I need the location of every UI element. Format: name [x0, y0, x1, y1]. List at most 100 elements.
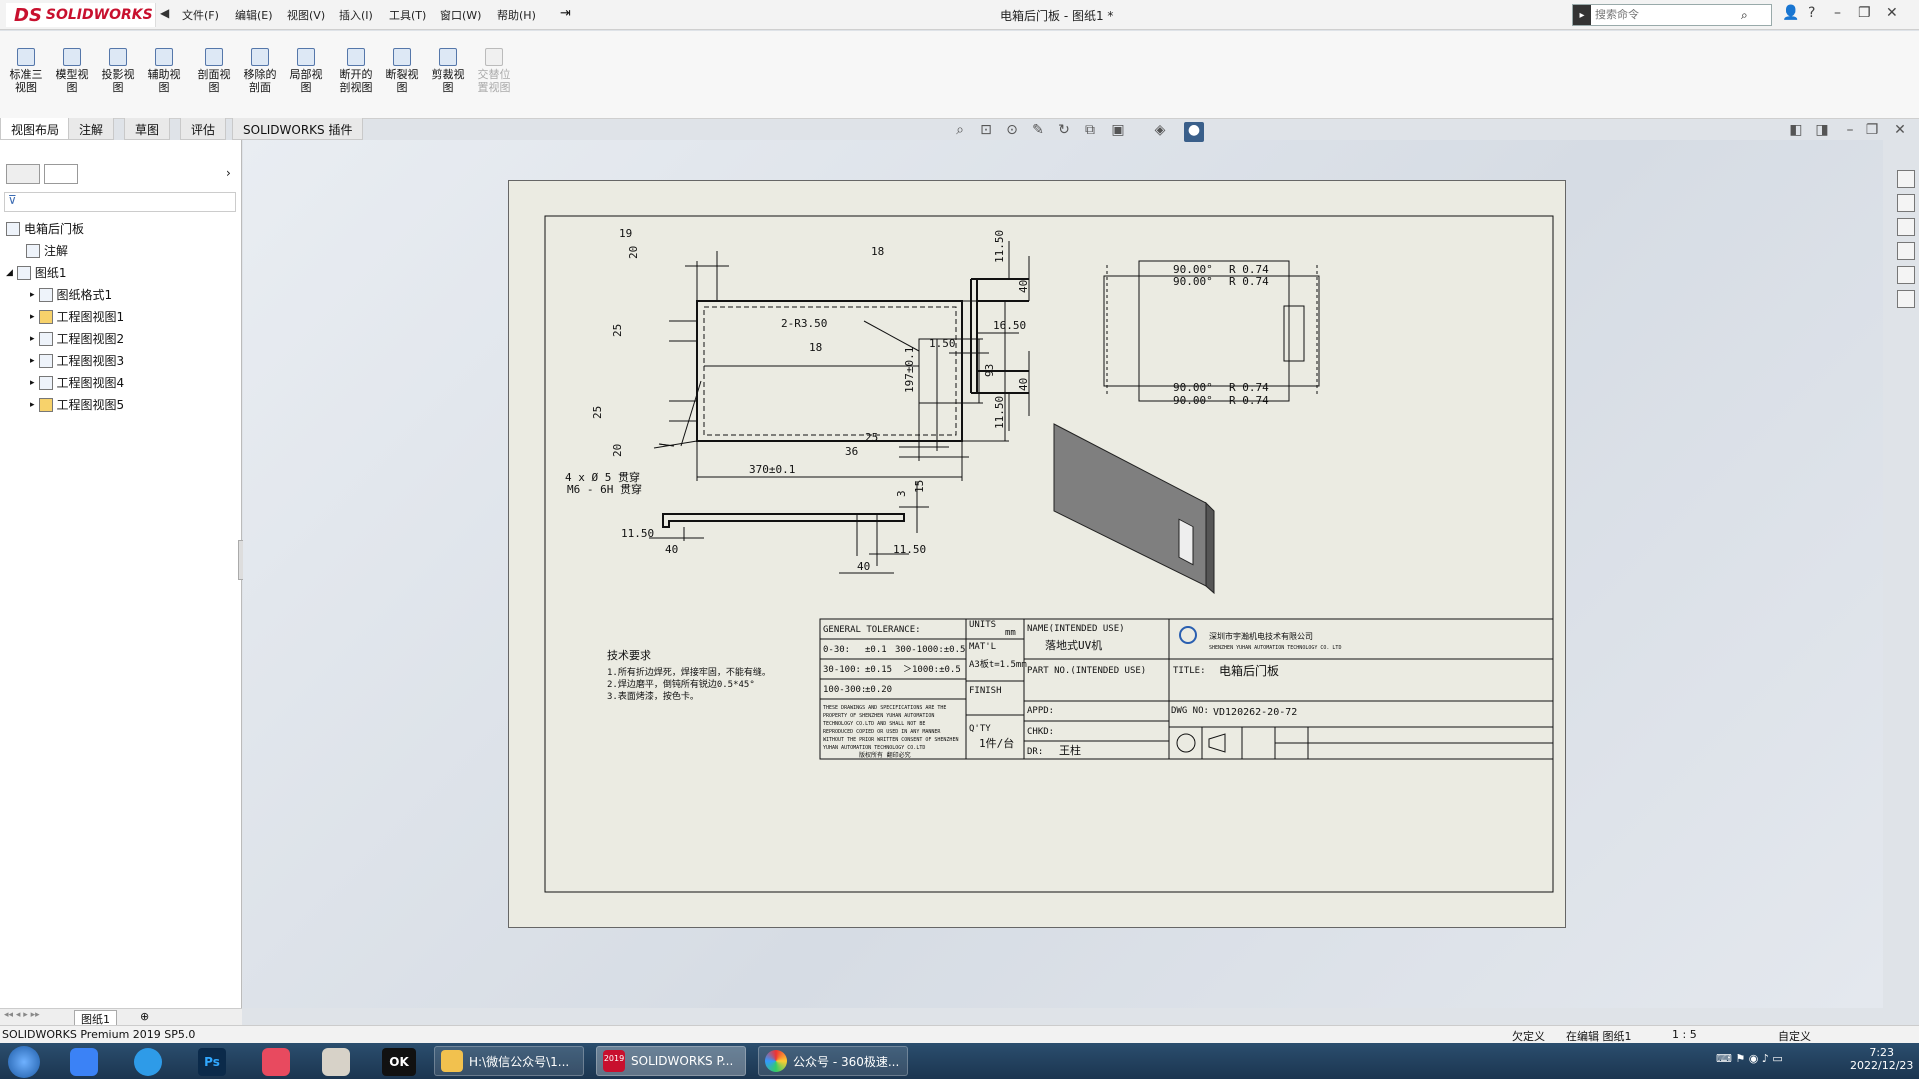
- tree-item-view3[interactable]: ▸ 工程图视图3: [30, 352, 124, 369]
- sheet-scale[interactable]: 1 : 5: [1672, 1028, 1697, 1041]
- search-input[interactable]: [1591, 9, 1741, 21]
- search-box[interactable]: ▸⌕: [1572, 4, 1772, 26]
- tab-annotation[interactable]: 注解: [68, 118, 115, 140]
- add-sheet-icon[interactable]: ⊕: [140, 1010, 149, 1023]
- menu-tools[interactable]: 工具(T): [389, 7, 426, 23]
- expand-arrow-icon[interactable]: ▸: [30, 378, 35, 388]
- projected-view-button[interactable]: 投影视 图: [96, 48, 140, 94]
- detail-view-button[interactable]: 局部视 图: [284, 48, 328, 94]
- tile-right-icon[interactable]: ◨: [1812, 122, 1832, 142]
- user-icon[interactable]: 👤: [1782, 5, 1799, 21]
- display-style-icon[interactable]: ▣: [1108, 122, 1128, 142]
- feature-manager-tab-icon[interactable]: [6, 164, 40, 184]
- sheet-nav-arrows-icon[interactable]: ◂◂ ◂ ▸ ▸▸: [4, 1010, 40, 1020]
- tree-item-sheet-format[interactable]: ▸ 图纸格式1: [30, 286, 112, 303]
- tree-item-view5[interactable]: ▸ 工程图视图5: [30, 396, 124, 413]
- dim-text: 19: [619, 227, 632, 240]
- appearance-icon[interactable]: ●: [1184, 122, 1204, 142]
- taskbar-360-browser[interactable]: 公众号 - 360极速...: [758, 1046, 908, 1076]
- solidworks-logo[interactable]: DS SOLIDWORKS: [6, 3, 156, 27]
- close-button[interactable]: ✕: [1886, 5, 1898, 21]
- property-manager-tab-icon[interactable]: [44, 164, 78, 184]
- model-view-button[interactable]: 模型视 图: [50, 48, 94, 94]
- expand-arrow-icon[interactable]: ▸: [30, 334, 35, 344]
- custom-properties-icon[interactable]: [1897, 290, 1915, 308]
- collapse-menu-arrow-icon[interactable]: ◀: [160, 6, 169, 20]
- broken-out-section-button[interactable]: 断开的 剖视图: [334, 48, 378, 94]
- taskbar-baidu-icon[interactable]: [70, 1048, 98, 1076]
- collapse-arrow-icon[interactable]: ◢: [6, 268, 13, 278]
- previous-view-icon[interactable]: ⊙: [1002, 122, 1022, 142]
- dim-text: 197±0.1: [903, 347, 916, 393]
- appearances-icon[interactable]: [1897, 266, 1915, 284]
- expand-arrow-icon[interactable]: ▸: [30, 312, 35, 322]
- file-explorer-icon[interactable]: [1897, 218, 1915, 236]
- doc-minimize-icon[interactable]: –: [1840, 122, 1860, 142]
- break-view-button[interactable]: 断裂视 图: [380, 48, 424, 94]
- view-orientation-icon[interactable]: ⧉: [1080, 122, 1100, 142]
- units-system[interactable]: 自定义: [1778, 1028, 1811, 1044]
- tree-root[interactable]: 电箱后门板: [6, 220, 84, 237]
- tab-evaluate[interactable]: 评估: [180, 118, 227, 140]
- dim-leader: [863, 320, 920, 352]
- taskbar-app-icon[interactable]: [262, 1048, 290, 1076]
- doc-restore-icon[interactable]: ❐: [1862, 122, 1882, 142]
- expand-arrow-icon[interactable]: ▸: [30, 290, 35, 300]
- drawing-sheet[interactable]: 19 20 25 18 2-R3.50 18 93 197±0.1 25 20 …: [508, 180, 1566, 928]
- removed-section-button[interactable]: 移除的 剖面: [238, 48, 282, 94]
- zoom-to-area-icon[interactable]: ⊡: [976, 122, 996, 142]
- taskbar-tool-icon[interactable]: [322, 1048, 350, 1076]
- rotate-icon[interactable]: ↻: [1054, 122, 1074, 142]
- hole-note: M6 - 6H 贯穿: [567, 482, 642, 496]
- menu-view[interactable]: 视图(V): [287, 7, 325, 23]
- doc-close-icon[interactable]: ✕: [1890, 122, 1910, 142]
- model-view-icon: [63, 48, 81, 66]
- restore-button[interactable]: ❐: [1858, 5, 1871, 21]
- clock-date: 2022/12/23: [1850, 1059, 1914, 1072]
- ds-logo-mark: DS: [14, 4, 42, 26]
- search-icon[interactable]: ⌕: [1741, 8, 1748, 23]
- section-view-button[interactable]: 剖面视 图: [192, 48, 236, 94]
- tray-icons[interactable]: ⌨ ⚑ ◉ ♪ ▭: [1716, 1052, 1783, 1065]
- menu-window[interactable]: 窗口(W): [440, 7, 481, 23]
- view-palette-icon[interactable]: [1897, 242, 1915, 260]
- expand-arrow-icon[interactable]: ▸: [30, 356, 35, 366]
- menu-help[interactable]: 帮助(H): [497, 7, 536, 23]
- alternate-position-view-button[interactable]: 交替位 置视图: [472, 48, 516, 94]
- tab-solidworks-addins[interactable]: SOLIDWORKS 插件: [232, 118, 364, 140]
- zoom-to-fit-icon[interactable]: ⌕: [950, 122, 970, 142]
- taskbar-explorer[interactable]: H:\微信公众号\1...: [434, 1046, 584, 1076]
- crop-view-button[interactable]: 剪裁视 图: [426, 48, 470, 94]
- tree-item-view4[interactable]: ▸ 工程图视图4: [30, 374, 124, 391]
- help-icon[interactable]: ?: [1808, 5, 1815, 21]
- tree-sheet[interactable]: ◢ 图纸1: [6, 264, 67, 281]
- expand-panel-arrow-icon[interactable]: ›: [226, 166, 231, 180]
- tree-annotations[interactable]: 注解: [26, 242, 68, 259]
- clock[interactable]: 7:23 2022/12/23: [1850, 1046, 1913, 1072]
- hide-show-items-icon[interactable]: ◈: [1150, 122, 1170, 142]
- taskbar-photoshop-icon[interactable]: Ps: [198, 1048, 226, 1076]
- tab-view-layout[interactable]: 视图布局: [0, 118, 71, 140]
- auxiliary-view-button[interactable]: 辅助视 图: [142, 48, 186, 94]
- filter-box[interactable]: ⊽: [4, 192, 236, 212]
- tile-left-icon[interactable]: ◧: [1786, 122, 1806, 142]
- menu-file[interactable]: 文件(F): [182, 7, 219, 23]
- taskbar-browser-icon[interactable]: [134, 1048, 162, 1076]
- section-view-icon[interactable]: ✎: [1028, 122, 1048, 142]
- pin-icon[interactable]: ⇥: [560, 6, 571, 21]
- dim-text: 370±0.1: [749, 463, 795, 476]
- design-library-icon[interactable]: [1897, 194, 1915, 212]
- taskbar-solidworks[interactable]: 2019 SOLIDWORKS P...: [596, 1046, 746, 1076]
- menu-edit[interactable]: 编辑(E): [235, 7, 273, 23]
- expand-arrow-icon[interactable]: ▸: [30, 400, 35, 410]
- tab-sketch[interactable]: 草图: [124, 118, 171, 140]
- standard-3-view-button[interactable]: 标准三 视图: [4, 48, 48, 94]
- ribbon-button-label: 投影视 图: [101, 68, 135, 94]
- minimize-button[interactable]: –: [1834, 5, 1841, 21]
- tree-item-view1[interactable]: ▸ 工程图视图1: [30, 308, 124, 325]
- menu-insert[interactable]: 插入(I): [339, 7, 373, 23]
- taskbar-ok-icon[interactable]: OK: [382, 1048, 416, 1076]
- start-button[interactable]: [8, 1046, 40, 1078]
- tree-item-view2[interactable]: ▸ 工程图视图2: [30, 330, 124, 347]
- home-icon[interactable]: [1897, 170, 1915, 188]
